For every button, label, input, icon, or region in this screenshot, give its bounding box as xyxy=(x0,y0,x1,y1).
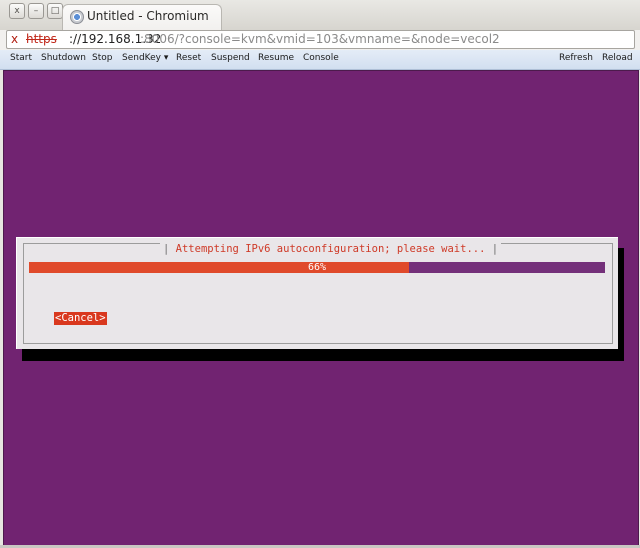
suspend-button[interactable]: Suspend xyxy=(211,53,250,63)
maximize-window-button[interactable]: □ xyxy=(47,3,63,19)
vm-console-toolbar: Start Shutdown Stop SendKey ▾ Reset Susp… xyxy=(0,50,640,70)
url-scheme: https xyxy=(26,32,57,46)
dialog-frame: | Attempting IPv6 autoconfiguration; ple… xyxy=(23,243,613,344)
cancel-button[interactable]: <Cancel> xyxy=(54,312,107,325)
url-path: :8006/?console=kvm&vmid=103&vmname=&node… xyxy=(140,32,500,46)
progress-bar: 66% xyxy=(29,262,605,273)
close-window-button[interactable]: x xyxy=(9,3,25,19)
console-button[interactable]: Console xyxy=(303,53,339,63)
resume-button[interactable]: Resume xyxy=(258,53,294,63)
reload-button[interactable]: Reload xyxy=(602,53,633,63)
close-icon: x xyxy=(14,6,20,16)
progress-dialog: | Attempting IPv6 autoconfiguration; ple… xyxy=(16,237,618,349)
title-bar: x – □ Untitled - Chromium xyxy=(0,0,640,31)
minimize-icon: – xyxy=(33,6,39,16)
minimize-window-button[interactable]: – xyxy=(28,3,44,19)
browser-window: x – □ Untitled - Chromium x https ://192… xyxy=(0,0,640,548)
page-loading-icon xyxy=(70,10,84,24)
insecure-warning-icon: x xyxy=(11,32,19,46)
start-button[interactable]: Start xyxy=(10,53,32,63)
progress-percent: 66% xyxy=(307,262,327,273)
refresh-button[interactable]: Refresh xyxy=(559,53,593,63)
tab-title: Untitled - Chromium xyxy=(87,9,209,23)
maximize-icon: □ xyxy=(50,6,60,16)
sendkey-menu-button[interactable]: SendKey ▾ xyxy=(122,53,168,63)
stop-button[interactable]: Stop xyxy=(92,53,112,63)
dialog-title-text: Attempting IPv6 autoconfiguration; pleas… xyxy=(175,243,486,255)
reset-button[interactable]: Reset xyxy=(176,53,201,63)
address-bar[interactable]: x https ://192.168.1.32 :8006/?console=k… xyxy=(6,30,635,49)
dialog-title: | Attempting IPv6 autoconfiguration; ple… xyxy=(160,243,502,255)
address-bar-area: x https ://192.168.1.32 :8006/?console=k… xyxy=(0,30,640,50)
shutdown-button[interactable]: Shutdown xyxy=(41,53,86,63)
browser-tab[interactable]: Untitled - Chromium xyxy=(62,4,222,31)
